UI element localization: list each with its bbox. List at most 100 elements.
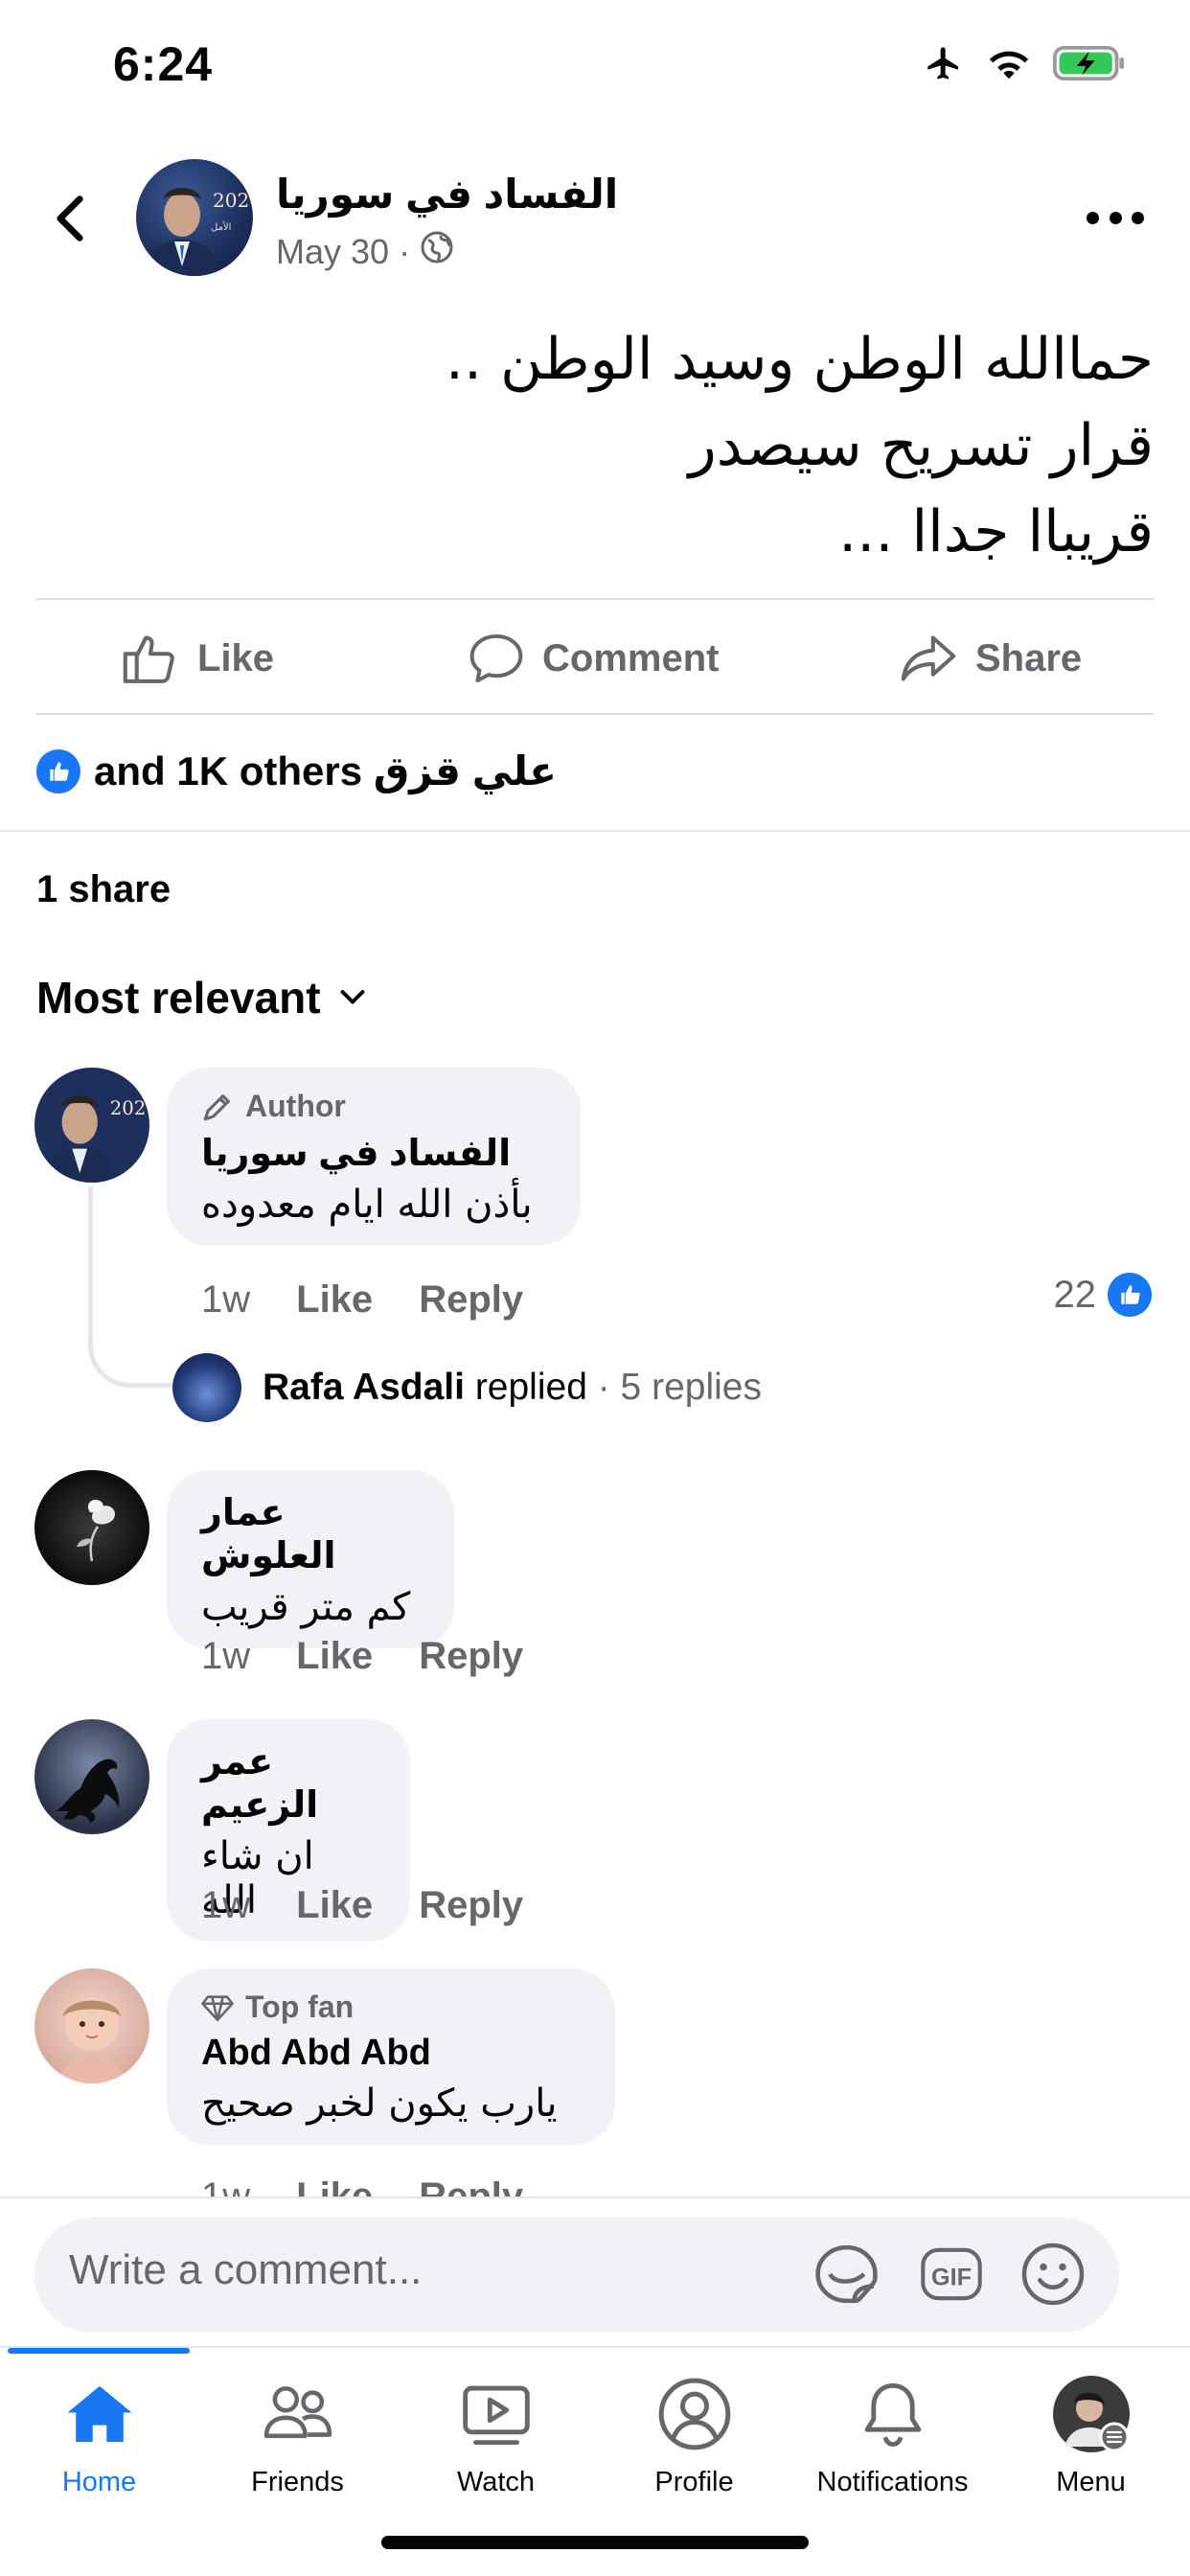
sort-label: Most relevant (36, 973, 321, 1023)
tab-friends[interactable]: Friends (198, 2375, 397, 2498)
tab-label: Watch (456, 2467, 536, 2497)
comment-sort-dropdown[interactable]: Most relevant (36, 972, 367, 1024)
comment-icon (469, 633, 523, 683)
commenter-avatar[interactable] (34, 1719, 149, 1834)
comment-text: بأذن الله ايام معدوده (201, 1183, 533, 1227)
share-button[interactable]: Share (899, 631, 1082, 686)
gif-label: GIF (931, 2264, 972, 2290)
comment-time: 1w (201, 1635, 251, 1677)
commenter-avatar[interactable] (34, 1470, 149, 1585)
comment-input[interactable]: Write a comment... GIF (34, 2218, 1119, 2333)
comment-time: 1w (201, 1884, 251, 1926)
svg-text:الأمل: الأمل (211, 220, 231, 233)
comment-label: Comment (542, 636, 720, 679)
share-label: Share (975, 636, 1083, 679)
like-reaction-icon (1108, 1273, 1152, 1317)
top-fan-badge: Top fan (201, 1990, 581, 2025)
bell-icon (859, 2375, 927, 2453)
tab-label: Home (61, 2467, 137, 2497)
dot (1087, 211, 1099, 224)
tab-label: Menu (1056, 2467, 1126, 2497)
author-badge: Author (201, 1089, 546, 1124)
dot (1132, 211, 1144, 224)
comment-placeholder: Write a comment... (69, 2246, 423, 2293)
status-bar: 6:24 (0, 0, 1190, 129)
battery-charging-icon (1052, 45, 1127, 86)
post-text-line: قرار تسريح سيصدر (688, 412, 1154, 479)
post-text: حماالله الوطن وسيد الوطن .. قرار تسريح س… (42, 316, 1154, 575)
comment-composer-bar: Write a comment... GIF (0, 2196, 1190, 2346)
friends-icon (262, 2375, 334, 2453)
post-date[interactable]: May 30 (276, 232, 389, 272)
tab-label: Profile (654, 2467, 734, 2497)
post-text-line: حماالله الوطن وسيد الوطن .. (445, 326, 1154, 393)
tab-notifications[interactable]: Notifications (793, 2375, 992, 2498)
svg-text:2021: 2021 (213, 189, 253, 212)
tab-profile[interactable]: Profile (595, 2375, 793, 2498)
replier-avatar (172, 1353, 241, 1422)
comment-like-button[interactable]: Like (296, 1635, 373, 1678)
reactions-summary[interactable]: علي قزق and 1K others (36, 748, 557, 794)
status-icons (922, 44, 1127, 87)
back-button[interactable] (46, 190, 94, 247)
active-tab-indicator (8, 2348, 190, 2354)
commenter-name[interactable]: Abd Abd Abd (201, 2033, 581, 2074)
tab-label: Friends (251, 2467, 344, 2497)
comment-bubble[interactable]: عمار العلوش كم متر قريب (167, 1470, 454, 1648)
post-header: 2021 الأمل الفساد في سوريا May 30 · (0, 153, 1190, 283)
home-icon (63, 2375, 136, 2453)
comment-time: 1w (201, 1278, 251, 1321)
comment-reply-button[interactable]: Reply (419, 1884, 523, 1927)
airplane-mode-icon (922, 44, 966, 87)
post-meta: May 30 · (276, 230, 454, 273)
sticker-icon[interactable] (811, 2239, 883, 2314)
profile-icon (657, 2375, 732, 2453)
comment-bubble[interactable]: Top fan Abd Abd Abd يارب يكون لخبر صحيح (167, 1968, 615, 2145)
like-label: Like (197, 636, 275, 679)
watch-icon (460, 2375, 533, 2453)
comment-like-count[interactable]: 22 (1054, 1273, 1152, 1317)
like-button[interactable]: Like (121, 631, 274, 686)
reactions-text: علي قزق and 1K others (94, 748, 557, 794)
comment-like-button[interactable]: Like (296, 1278, 373, 1322)
post-action-bar: Like Comment Share (0, 604, 1190, 709)
reply-count: · 5 replies (597, 1367, 762, 1408)
comment-text: كم متر قريب (201, 1585, 411, 1629)
commenter-name[interactable]: عمر الزعيم (201, 1740, 376, 1827)
comment-button[interactable]: Comment (468, 631, 719, 686)
tab-watch[interactable]: Watch (397, 2375, 595, 2498)
chevron-down-icon (340, 990, 364, 1004)
thumbs-up-icon (123, 635, 174, 683)
tab-menu[interactable]: Menu (992, 2375, 1190, 2498)
pencil-icon (203, 1093, 230, 1120)
menu-avatar-icon (1051, 2375, 1132, 2453)
commenter-name[interactable]: عمار العلوش (201, 1491, 420, 1577)
comment-reply-button[interactable]: Reply (419, 1635, 523, 1678)
comment-like-button[interactable]: Like (296, 1884, 373, 1927)
commenter-avatar[interactable] (34, 1968, 149, 2083)
comment-reply-button[interactable]: Reply (419, 1278, 523, 1322)
share-icon (901, 635, 956, 681)
divider (36, 713, 1154, 715)
emoji-icon[interactable] (1019, 2241, 1087, 2312)
tab-label: Notifications (816, 2467, 969, 2497)
reply-thread-line (88, 1186, 174, 1388)
commenter-name[interactable]: الفساد في سوريا (201, 1132, 546, 1175)
shares-count[interactable]: 1 share (36, 868, 171, 911)
tab-home[interactable]: Home (0, 2375, 198, 2498)
view-replies-link[interactable]: Rafa Asdali replied · 5 replies (172, 1353, 762, 1422)
composer-icons: GIF (811, 2239, 1087, 2314)
comment-bubble[interactable]: Author الفساد في سوريا بأذن الله ايام مع… (167, 1068, 581, 1246)
gif-button[interactable]: GIF (918, 2243, 985, 2310)
section-separator (0, 830, 1190, 832)
globe-icon (420, 230, 454, 273)
page-avatar[interactable]: 2021 الأمل (136, 159, 253, 276)
commenter-avatar[interactable]: 2021 (34, 1068, 149, 1183)
replier-name: Rafa Asdali (263, 1367, 465, 1408)
comment-actions: 1w Like Reply (201, 1884, 523, 1927)
status-time: 6:24 (113, 37, 214, 91)
comment-actions: 1w Like Reply (201, 1278, 523, 1322)
chevron-left-icon (57, 196, 83, 242)
page-name[interactable]: الفساد في سوريا (276, 171, 618, 218)
more-options-button[interactable] (1087, 203, 1144, 232)
